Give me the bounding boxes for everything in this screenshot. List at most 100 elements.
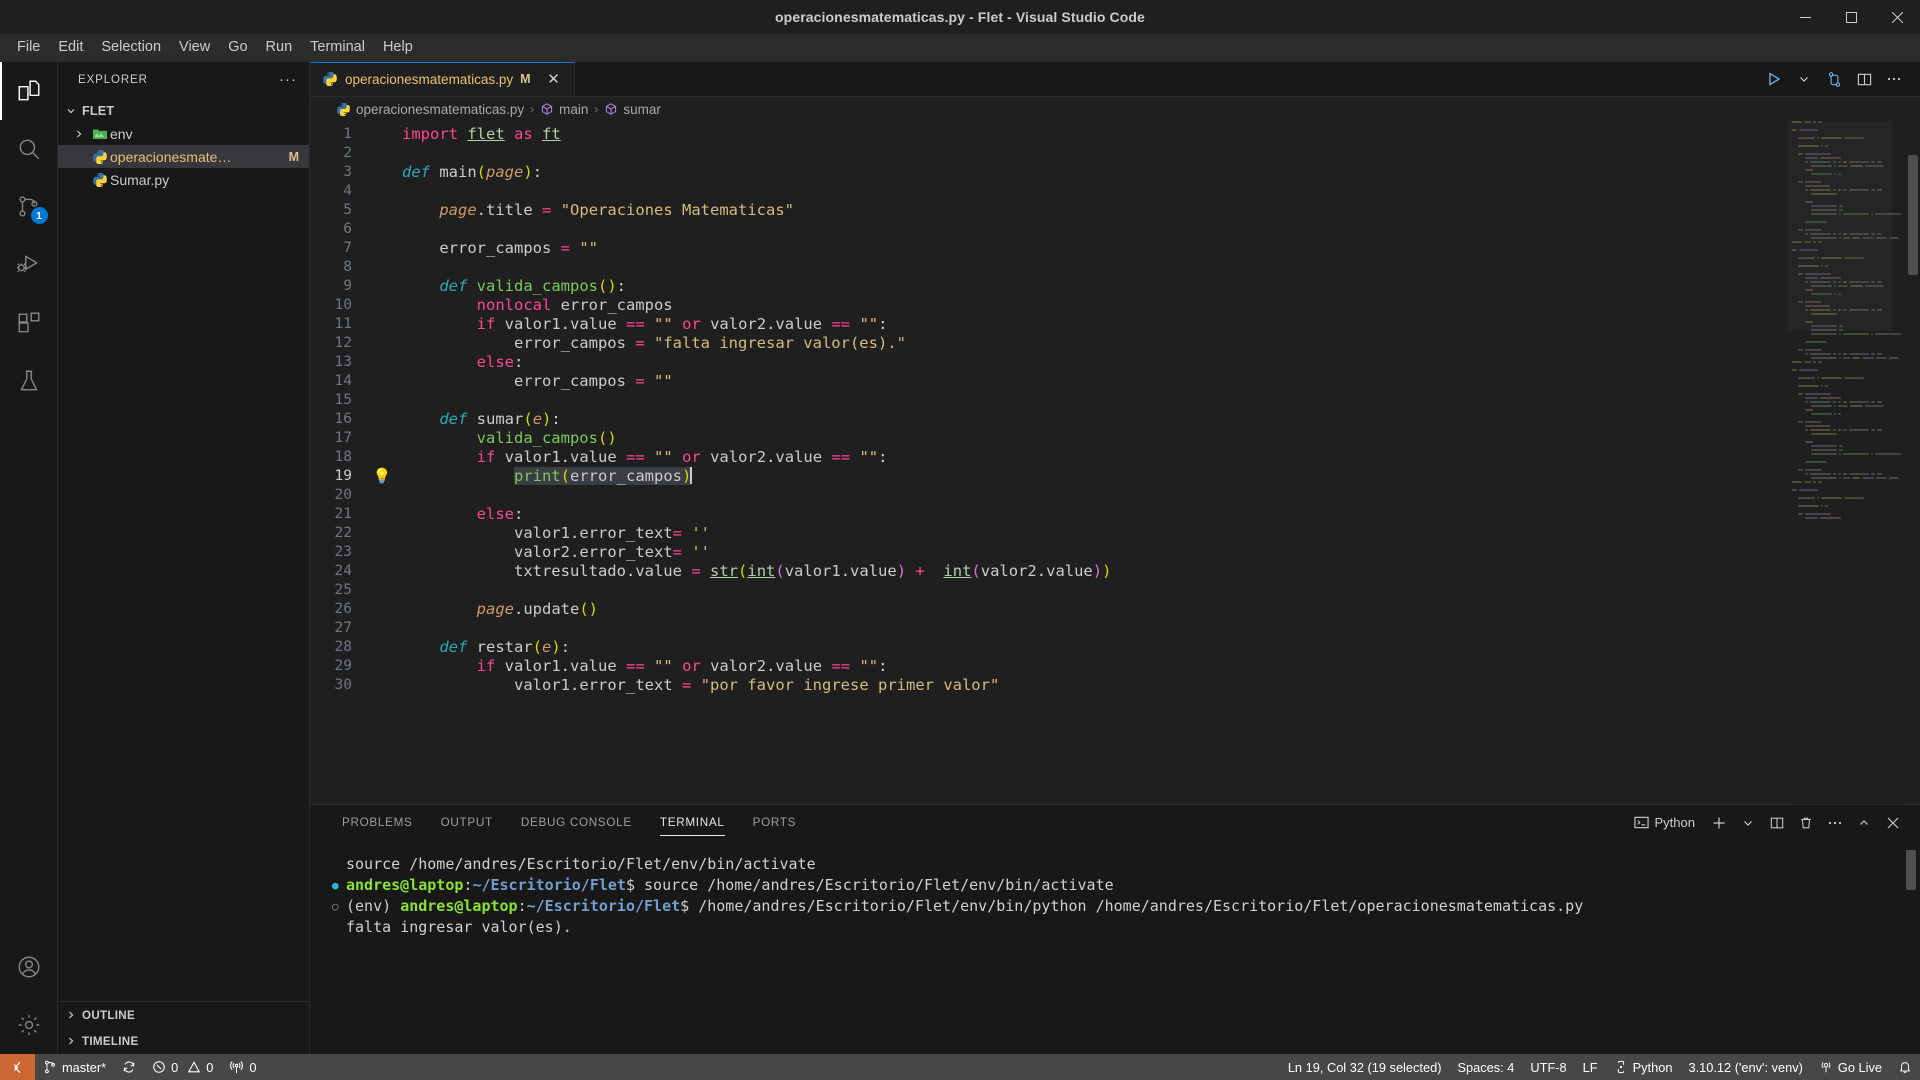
tab-ports[interactable]: PORTS	[739, 805, 811, 840]
activity-item-testing[interactable]	[0, 352, 58, 410]
menu-file[interactable]: File	[8, 37, 49, 58]
status-language-mode[interactable]: Python	[1606, 1054, 1681, 1080]
menu-edit[interactable]: Edit	[49, 37, 92, 58]
ellipsis-icon[interactable]: ···	[279, 72, 297, 87]
line-number: 26	[334, 601, 352, 617]
status-python-interpreter[interactable]: 3.10.12 ('env': venv)	[1680, 1054, 1810, 1080]
maximize-icon[interactable]	[1828, 0, 1874, 34]
terminal-output[interactable]: source /home/andres/Escritorio/Flet/env/…	[310, 840, 1920, 1054]
status-cursor-position[interactable]: Ln 19, Col 32 (19 selected)	[1280, 1054, 1450, 1080]
editor-scrollbar[interactable]	[1906, 121, 1920, 804]
terminal-icon	[1633, 815, 1649, 830]
menu-terminal[interactable]: Terminal	[301, 37, 374, 58]
beaker-icon	[16, 368, 42, 394]
line-number: 13	[334, 354, 352, 370]
status-eol[interactable]: LF	[1575, 1054, 1606, 1080]
chevron-right-icon: ›	[594, 102, 599, 116]
plus-icon[interactable]	[1706, 810, 1732, 836]
line-number: 11	[334, 316, 352, 332]
menu-view[interactable]: View	[170, 37, 219, 58]
chevron-up-icon[interactable]	[1851, 810, 1877, 836]
files-icon	[16, 78, 42, 104]
chevron-down-icon	[66, 106, 82, 116]
minimize-icon[interactable]	[1782, 0, 1828, 34]
chevron-down-icon[interactable]	[1735, 810, 1761, 836]
activity-item-search[interactable]	[0, 120, 58, 178]
activity-item-settings[interactable]	[0, 996, 58, 1054]
tree-item-sumar[interactable]: Sumar.py	[58, 168, 309, 191]
symbol-method-icon	[604, 102, 618, 116]
tab-terminal[interactable]: TERMINAL	[646, 805, 739, 840]
activity-item-extensions[interactable]	[0, 294, 58, 352]
code-editor[interactable]: 1 import flet as ft 2 3 def main(page): 4 5 pa…	[310, 121, 1920, 804]
sync-icon	[122, 1060, 136, 1074]
tab-debug-console[interactable]: DEBUG CONSOLE	[507, 805, 646, 840]
tree-item-operacionesmatematicas-label: operacionesmate…	[110, 148, 232, 165]
status-sync[interactable]	[114, 1054, 144, 1080]
tab-problems[interactable]: PROBLEMS	[328, 805, 427, 840]
activity-item-run-debug[interactable]	[0, 236, 58, 294]
text-cursor	[690, 467, 693, 484]
ellipsis-icon[interactable]	[1880, 62, 1908, 97]
play-icon[interactable]	[1760, 62, 1788, 97]
status-go-live[interactable]: Go Live	[1811, 1054, 1890, 1080]
split-icon[interactable]	[1764, 810, 1790, 836]
tab-operacionesmatematicas[interactable]: operacionesmatematicas.py M ✕	[310, 62, 575, 96]
breadcrumb-symbol-main[interactable]: main	[540, 102, 588, 117]
status-encoding[interactable]: UTF-8	[1522, 1054, 1574, 1080]
activity-item-accounts[interactable]	[0, 938, 58, 996]
editor-and-panel: operacionesmatematicas.py M ✕ operacione…	[310, 62, 1920, 1054]
sidebar-section-timeline[interactable]: TIMELINE	[58, 1028, 309, 1054]
status-indentation[interactable]: Spaces: 4	[1449, 1054, 1522, 1080]
line-number: 15	[334, 392, 352, 408]
trash-icon[interactable]	[1793, 810, 1819, 836]
bottom-panel: PROBLEMS OUTPUT DEBUG CONSOLE TERMINAL P…	[310, 804, 1920, 1054]
tree-item-env[interactable]: env	[58, 122, 309, 145]
window-title: operacionesmatematicas.py - Flet - Visua…	[775, 9, 1145, 25]
status-notifications[interactable]	[1890, 1054, 1920, 1080]
menu-help[interactable]: Help	[374, 37, 422, 58]
source-code[interactable]: 1 import flet as ft 2 3 def main(page): 4 5 pa…	[310, 121, 1920, 695]
menu-selection[interactable]: Selection	[92, 37, 170, 58]
tab-output[interactable]: OUTPUT	[427, 805, 507, 840]
scrollbar-thumb[interactable]	[1908, 155, 1918, 275]
sidebar-section-outline[interactable]: OUTLINE	[58, 1002, 309, 1028]
line-number: 8	[343, 259, 352, 275]
line-number: 18	[334, 449, 352, 465]
terminal-line: falta ingresar valor(es).	[332, 917, 1920, 938]
split-editor-icon[interactable]	[1850, 62, 1878, 97]
menu-go[interactable]: Go	[219, 37, 256, 58]
line-number: 2	[343, 145, 352, 161]
line-number: 22	[334, 525, 352, 541]
activity-item-explorer[interactable]	[0, 62, 58, 120]
chevron-down-icon[interactable]	[1790, 62, 1818, 97]
tree-item-env-label: env	[110, 125, 133, 142]
remote-indicator[interactable]	[0, 1054, 35, 1080]
selected-text[interactable]: print(error_campos)	[513, 467, 692, 485]
close-icon[interactable]	[1874, 0, 1920, 34]
window-controls	[1782, 0, 1920, 34]
activity-item-source-control[interactable]: 1	[0, 178, 58, 236]
status-ports[interactable]: 0	[221, 1054, 264, 1080]
breadcrumb-symbol-sumar[interactable]: sumar	[604, 102, 661, 117]
tree-root-flet[interactable]: FLET	[58, 99, 309, 122]
line-number: 28	[334, 639, 352, 655]
close-icon[interactable]: ✕	[544, 72, 564, 87]
breadcrumb-file[interactable]: operacionesmatematicas.py	[336, 102, 524, 117]
command-marker-success: ●	[332, 879, 339, 892]
warning-count: 0	[206, 1059, 214, 1075]
lightbulb-icon[interactable]: 💡	[362, 467, 402, 486]
terminal-scrollbar-thumb[interactable]	[1906, 850, 1916, 890]
status-problems[interactable]: 0 0	[144, 1054, 221, 1080]
close-icon[interactable]	[1880, 810, 1906, 836]
tree-item-operacionesmatematicas[interactable]: operacionesmate… M	[58, 145, 309, 168]
menu-bar: File Edit Selection View Go Run Terminal…	[0, 34, 1920, 62]
status-branch[interactable]: master*	[35, 1054, 114, 1080]
terminal-shell-selector[interactable]: Python	[1630, 815, 1703, 830]
menu-run[interactable]: Run	[257, 37, 302, 58]
split-run-icon[interactable]	[1820, 62, 1848, 97]
ellipsis-icon[interactable]	[1822, 810, 1848, 836]
branch-label: master*	[62, 1059, 107, 1075]
code-content[interactable]: 1 import flet as ft 2 3 def main(page): 4 5 pa…	[310, 121, 1920, 804]
account-icon	[16, 954, 42, 980]
